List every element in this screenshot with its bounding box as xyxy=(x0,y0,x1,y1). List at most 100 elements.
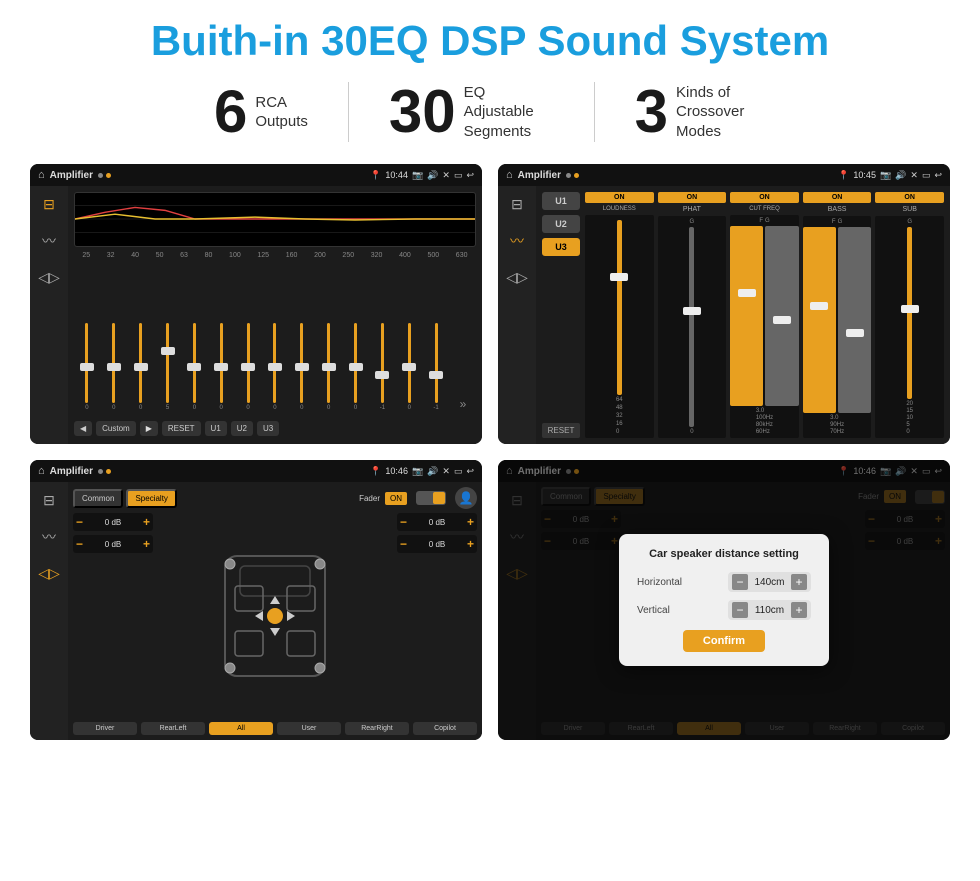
wave-icon-3[interactable]: 〰 xyxy=(42,527,56,547)
home-icon-2[interactable]: ⌂ xyxy=(506,169,513,181)
wave-icon-1[interactable]: 〰 xyxy=(42,231,56,251)
eq-expand-btn[interactable]: » xyxy=(450,263,476,411)
db-minus-rr[interactable]: − xyxy=(400,537,407,551)
eq-track-8[interactable] xyxy=(300,323,303,403)
eq-track-5[interactable] xyxy=(220,323,223,403)
eq-track-7[interactable] xyxy=(273,323,276,403)
v-slider-sub[interactable] xyxy=(907,227,912,399)
eq-slider-1: 0 xyxy=(101,263,127,411)
wave-icon-2[interactable]: 〰 xyxy=(510,231,524,251)
eq-track-10[interactable] xyxy=(354,323,357,403)
channel-loudness: ON LOUDNESS 64 48 32 16 xyxy=(585,192,654,438)
eq-track-3[interactable] xyxy=(166,323,169,403)
eq-freq-50: 50 xyxy=(156,252,164,259)
eq-track-2[interactable] xyxy=(139,323,142,403)
eq-track-9[interactable] xyxy=(327,323,330,403)
driver-btn[interactable]: Driver xyxy=(73,722,137,735)
reset-btn[interactable]: RESET xyxy=(162,421,201,436)
db-plus-rl[interactable]: + xyxy=(143,537,150,551)
db-minus-rl[interactable]: − xyxy=(76,537,83,551)
dialog-vertical-row: Vertical − 110cm + xyxy=(637,600,811,620)
v-slider-loudness[interactable] xyxy=(617,220,622,395)
v-slider-cf2[interactable] xyxy=(765,226,798,406)
screen1-content: ⊟ 〰 ◁▷ xyxy=(30,186,482,444)
db-plus-fl[interactable]: + xyxy=(143,515,150,529)
home-icon-1[interactable]: ⌂ xyxy=(38,169,45,181)
u3-btn-eq[interactable]: U3 xyxy=(257,421,279,436)
horizontal-plus-btn[interactable]: + xyxy=(791,574,807,590)
eq-track-12[interactable] xyxy=(408,323,411,403)
eq-freq-80: 80 xyxy=(205,252,213,259)
speaker-icon-1[interactable]: ◁▷ xyxy=(38,269,60,286)
play-btn[interactable]: ▶ xyxy=(140,421,158,436)
back-icon-3[interactable]: ↩ xyxy=(466,466,474,477)
expand-arrow: » xyxy=(460,397,467,411)
db-plus-fr[interactable]: + xyxy=(467,515,474,529)
stat-crossover-number: 3 xyxy=(635,82,668,142)
v-slider-bass1[interactable] xyxy=(803,227,836,413)
specialty-btn[interactable]: Specialty xyxy=(126,489,176,508)
back-icon-1[interactable]: ↩ xyxy=(466,170,474,181)
db-plus-rr[interactable]: + xyxy=(467,537,474,551)
ch-slider-sub: G 20 15 10 5 0 xyxy=(875,216,944,438)
horizontal-minus-btn[interactable]: − xyxy=(732,574,748,590)
crossover-reset[interactable]: RESET xyxy=(542,423,580,438)
speaker-icon-3[interactable]: ◁▷ xyxy=(38,565,60,582)
dot-play xyxy=(106,173,111,178)
eq-track-6[interactable] xyxy=(247,323,250,403)
settings-avatar[interactable]: 👤 xyxy=(455,487,477,509)
location-icon-1: 📍 xyxy=(370,170,381,181)
volume-icon-3: 🔊 xyxy=(427,466,438,477)
eq-track-11[interactable] xyxy=(381,323,384,403)
eq-freq-125: 125 xyxy=(257,252,269,259)
copilot-btn[interactable]: Copilot xyxy=(413,722,477,735)
eq-track-0[interactable] xyxy=(85,323,88,403)
eq-icon-1[interactable]: ⊟ xyxy=(43,196,55,213)
v-slider-cf1[interactable] xyxy=(730,226,763,406)
back-icon-2[interactable]: ↩ xyxy=(934,170,942,181)
u1-btn-eq[interactable]: U1 xyxy=(205,421,227,436)
vertical-minus-btn[interactable]: − xyxy=(732,602,748,618)
eq-track-4[interactable] xyxy=(193,323,196,403)
dot-rec xyxy=(574,173,579,178)
confirm-button[interactable]: Confirm xyxy=(683,630,765,652)
speaker-icon-2[interactable]: ◁▷ xyxy=(506,269,528,286)
all-btn[interactable]: All xyxy=(209,722,273,735)
eq-track-13[interactable] xyxy=(435,323,438,403)
prev-btn[interactable]: ◀ xyxy=(74,421,92,436)
u2-btn[interactable]: U2 xyxy=(542,215,580,233)
eq-track-1[interactable] xyxy=(112,323,115,403)
rearleft-btn[interactable]: RearLeft xyxy=(141,722,205,735)
u3-btn[interactable]: U3 xyxy=(542,238,580,256)
sidebar-2: ⊟ 〰 ◁▷ xyxy=(498,186,536,444)
common-btn[interactable]: Common xyxy=(73,489,123,508)
status-bar-left-2: ⌂ Amplifier xyxy=(506,169,832,181)
location-icon-3: 📍 xyxy=(370,466,381,477)
u1-btn[interactable]: U1 xyxy=(542,192,580,210)
status-bar-3: ⌂ Amplifier 📍 10:46 📷 🔊 ✕ ▭ ↩ xyxy=(30,460,482,482)
vertical-plus-btn[interactable]: + xyxy=(791,602,807,618)
status-bar-1: ⌂ Amplifier 📍 10:44 📷 🔊 ✕ ▭ ↩ xyxy=(30,164,482,186)
ch-slider-phat: G 0 xyxy=(658,216,727,438)
v-slider-phat[interactable] xyxy=(689,227,694,427)
eq-val-1: 0 xyxy=(112,405,115,411)
home-icon-3[interactable]: ⌂ xyxy=(38,465,45,477)
v-slider-bass2[interactable] xyxy=(838,227,871,413)
db-minus-fl[interactable]: − xyxy=(76,515,83,529)
eq-icon-3[interactable]: ⊟ xyxy=(43,492,55,509)
ch-label-bass: BASS xyxy=(828,206,847,213)
rearright-btn[interactable]: RearRight xyxy=(345,722,409,735)
eq-graph xyxy=(74,192,476,247)
eq-freq-32: 32 xyxy=(107,252,115,259)
db-minus-fr[interactable]: − xyxy=(400,515,407,529)
freq-64-l: 64 xyxy=(616,397,623,403)
user-btn[interactable]: User xyxy=(277,722,341,735)
speaker-layout: − 0 dB + − 0 dB + xyxy=(73,513,477,718)
crossover-main: U1 U2 U3 RESET ON LOUDNESS xyxy=(536,186,950,444)
fader-on-btn[interactable]: ON xyxy=(385,492,407,505)
eq-icon-2[interactable]: ⊟ xyxy=(511,196,523,213)
db-control-rl: − 0 dB + xyxy=(73,535,153,553)
status-bar-left-3: ⌂ Amplifier xyxy=(38,465,364,477)
u2-btn-eq[interactable]: U2 xyxy=(231,421,253,436)
stat-rca-number: 6 xyxy=(214,82,247,142)
